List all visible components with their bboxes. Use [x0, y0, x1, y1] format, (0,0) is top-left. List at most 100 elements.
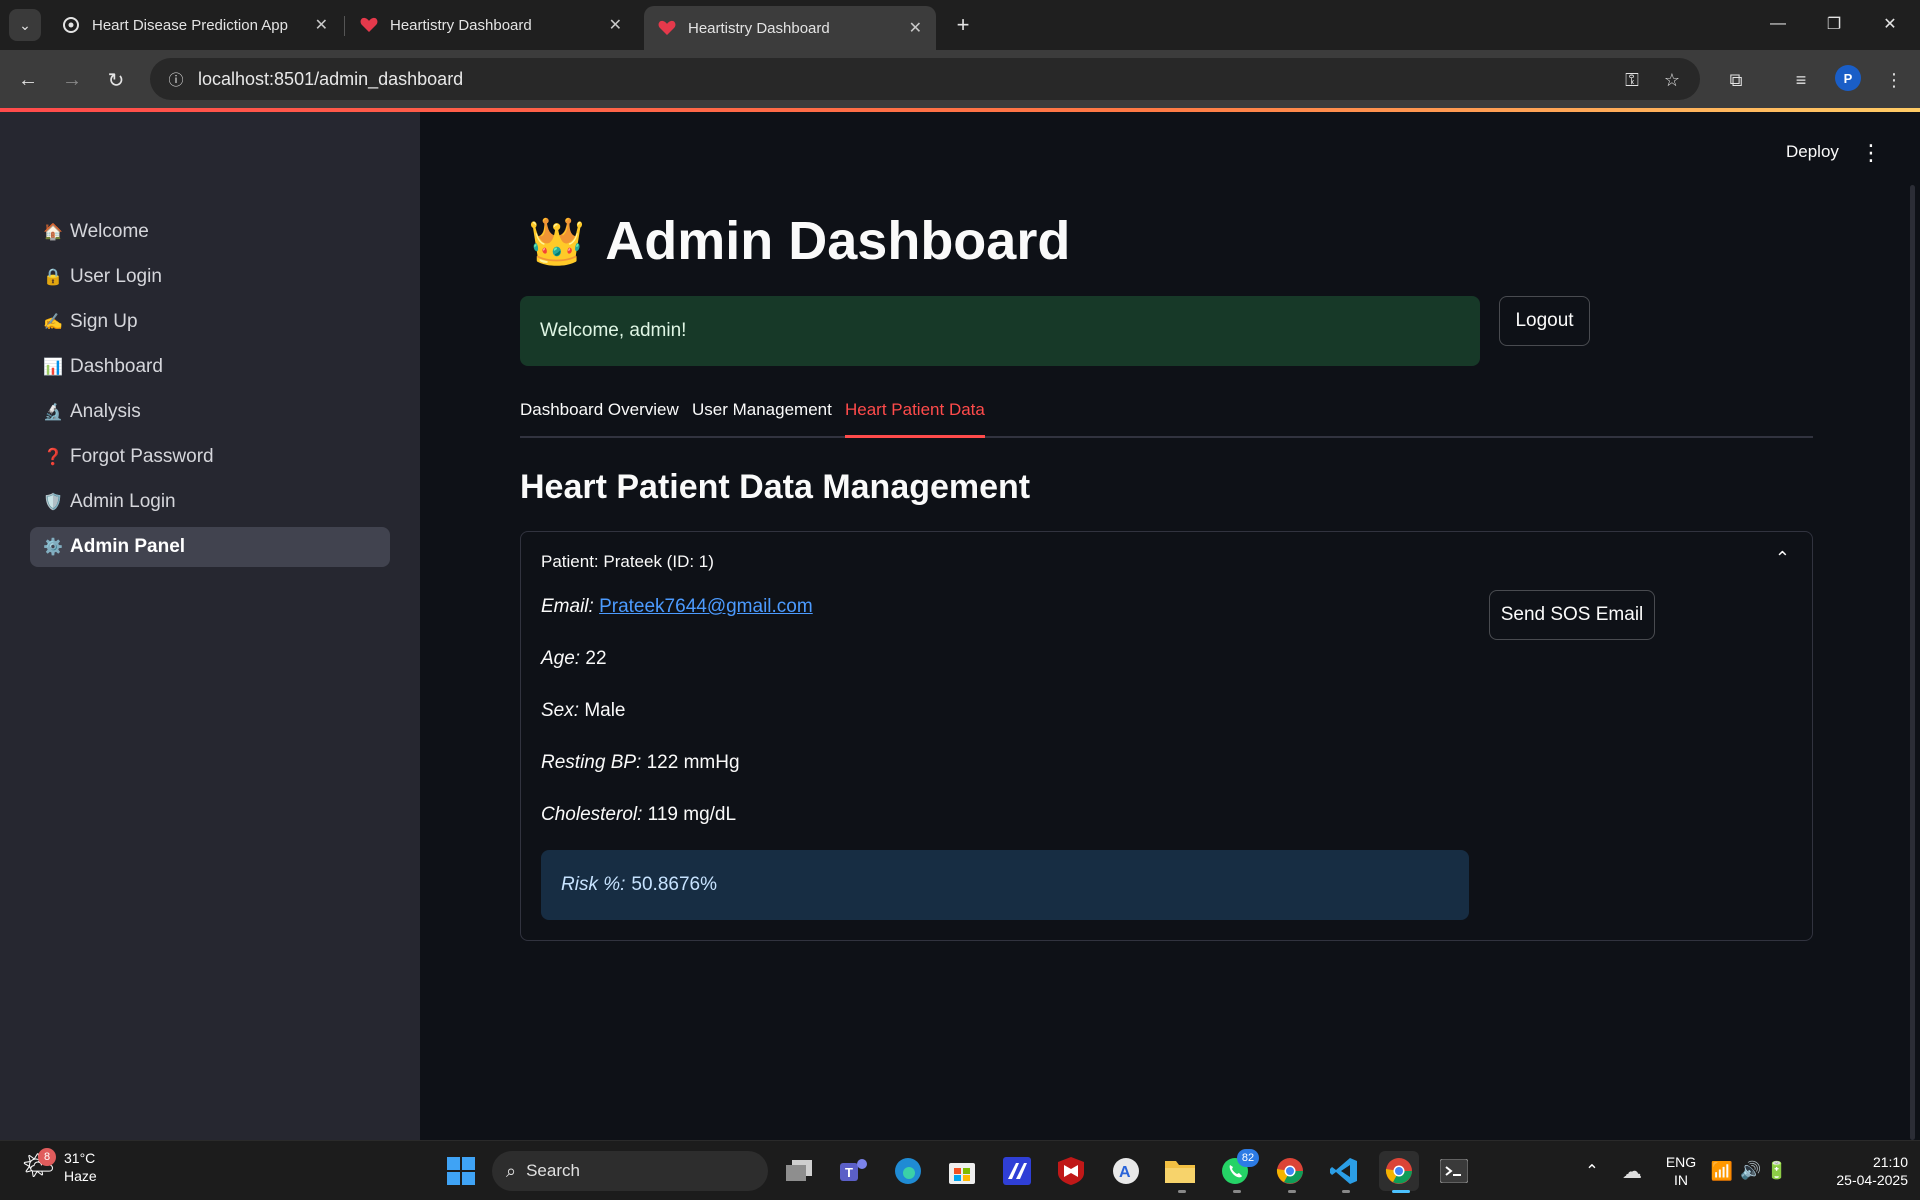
sidebar-item-forgot-password[interactable]: ❓ Forgot Password — [30, 437, 390, 477]
microsoft-store-icon[interactable] — [942, 1151, 982, 1191]
onedrive-cloud-icon[interactable]: ☁ — [1612, 1151, 1652, 1191]
browser-tab-1[interactable]: Heart Disease Prediction App ✕ — [48, 6, 342, 44]
start-button[interactable] — [441, 1151, 481, 1191]
teams-icon[interactable]: T — [834, 1151, 874, 1191]
app-icon-blue[interactable] — [997, 1151, 1037, 1191]
house-icon: 🏠 — [43, 224, 63, 241]
menu-kebab-icon[interactable]: ⋮ — [1878, 64, 1910, 96]
close-icon[interactable]: ✕ — [909, 18, 922, 38]
running-indicator — [1342, 1190, 1350, 1193]
weather-badge: 8 — [38, 1148, 56, 1166]
volume-icon[interactable]: 🔊 — [1740, 1151, 1762, 1191]
task-view-icon[interactable] — [779, 1151, 819, 1191]
logout-button[interactable]: Logout — [1499, 296, 1590, 346]
cholesterol-value: 119 mg/dL — [647, 804, 737, 825]
sidebar-item-dashboard[interactable]: 📊 Dashboard — [30, 347, 390, 387]
close-icon[interactable]: ✕ — [609, 15, 622, 35]
close-window-button[interactable]: ✕ — [1862, 8, 1918, 40]
taskbar-search[interactable]: ⌕ Search — [492, 1151, 768, 1191]
heart-icon — [360, 16, 378, 34]
patient-expander-header[interactable]: Patient: Prateek (ID: 1) — [541, 552, 714, 572]
microscope-icon: 🔬 — [43, 404, 63, 421]
windows-logo-icon — [447, 1157, 475, 1185]
cholesterol-label: Cholesterol: — [541, 804, 643, 825]
vscode-icon[interactable] — [1324, 1151, 1364, 1191]
whatsapp-badge: 82 — [1237, 1149, 1259, 1167]
browser-toolbar: ← → ↻ ⓘ localhost:8501/admin_dashboard ⚿… — [0, 50, 1920, 110]
main-scrollbar[interactable] — [1910, 185, 1915, 1140]
arrow-right-icon: → — [62, 68, 82, 91]
tab-user-management[interactable]: User Management — [692, 400, 832, 438]
tab-dashboard-overview[interactable]: Dashboard Overview — [520, 400, 679, 438]
terminal-icon[interactable] — [1434, 1151, 1474, 1191]
key-icon[interactable]: ⚿ — [1620, 68, 1644, 92]
sidebar-item-label: Admin Panel — [70, 536, 186, 557]
minimize-button[interactable]: — — [1750, 8, 1806, 40]
mcafee-icon[interactable] — [1051, 1151, 1091, 1191]
chrome-active-icon[interactable] — [1379, 1151, 1419, 1191]
running-indicator — [1288, 1190, 1296, 1193]
sidebar-item-analysis[interactable]: 🔬 Analysis — [30, 392, 390, 432]
send-sos-email-button[interactable]: Send SOS Email — [1489, 590, 1655, 640]
url-text[interactable]: localhost:8501/admin_dashboard — [198, 69, 463, 90]
site-info-icon[interactable]: ⓘ — [154, 69, 198, 90]
address-bar[interactable]: ⓘ localhost:8501/admin_dashboard ⚿ ☆ — [150, 58, 1700, 100]
age-label: Age: — [541, 648, 581, 669]
clock[interactable]: 21:10 25-04-2025 — [1814, 1153, 1908, 1189]
weather-widget[interactable]: 🌤 8 31°C Haze — [22, 1148, 97, 1185]
sidebar-item-user-login[interactable]: 🔒 User Login — [30, 257, 390, 297]
windows-taskbar: 🌤 8 31°C Haze ⌕ Search T A 82 ⌃ ☁ ENG IN… — [0, 1140, 1920, 1200]
running-indicator — [1178, 1190, 1186, 1193]
back-button[interactable]: ← — [12, 64, 44, 96]
star-icon[interactable]: ☆ — [1660, 68, 1684, 92]
sidebar-item-sign-up[interactable]: ✍️ Sign Up — [30, 302, 390, 342]
crown-icon: 👑 — [528, 214, 586, 267]
media-control-icon[interactable]: ≡ — [1785, 64, 1817, 96]
restore-button[interactable]: ❐ — [1806, 8, 1862, 40]
forward-button[interactable]: → — [56, 64, 88, 96]
chrome-profile-icon[interactable] — [1270, 1151, 1310, 1191]
risk-info-alert: Risk %: 50.8676% — [541, 850, 1469, 920]
wifi-icon[interactable]: 📶 — [1708, 1151, 1736, 1191]
question-mark-icon: ❓ — [43, 449, 63, 466]
file-explorer-icon[interactable] — [1160, 1151, 1200, 1191]
patient-age-row: Age: 22 — [541, 648, 607, 670]
battery-icon[interactable]: 🔋 — [1766, 1151, 1788, 1191]
reload-button[interactable]: ↻ — [100, 64, 132, 96]
arrow-left-icon: ← — [18, 68, 38, 91]
bp-value: 122 mmHg — [646, 752, 740, 773]
chevron-up-icon[interactable]: ⌃ — [1572, 1151, 1612, 1191]
language-indicator[interactable]: ENG IN — [1660, 1153, 1702, 1189]
close-icon: ✕ — [1883, 16, 1897, 33]
reload-icon: ↻ — [107, 69, 125, 92]
taskbar-search-label: Search — [526, 1161, 580, 1180]
extensions-icon[interactable]: ⧉ — [1720, 64, 1752, 96]
new-tab-button[interactable]: + — [948, 10, 978, 40]
sidebar-item-label: Sign Up — [70, 311, 138, 332]
browser-tab-2[interactable]: Heartistry Dashboard ✕ — [346, 6, 636, 44]
chevron-up-icon[interactable]: ⌃ — [1775, 548, 1790, 569]
patient-email-row: Email: Prateek7644@gmail.com — [541, 596, 813, 618]
tab-separator — [344, 16, 345, 36]
plus-icon: + — [956, 12, 970, 37]
tab-heart-patient-data[interactable]: Heart Patient Data — [845, 400, 985, 438]
gear-icon: ⚙️ — [43, 539, 63, 556]
profile-avatar[interactable]: P — [1835, 65, 1861, 91]
email-link[interactable]: Prateek7644@gmail.com — [599, 596, 813, 617]
close-icon[interactable]: ✕ — [315, 15, 328, 35]
browser-tab-3-active[interactable]: Heartistry Dashboard ✕ — [644, 6, 936, 50]
deploy-button[interactable]: Deploy — [1786, 142, 1839, 162]
sidebar-item-admin-login[interactable]: 🛡️ Admin Login — [30, 482, 390, 522]
sidebar-item-welcome[interactable]: 🏠 Welcome — [30, 212, 390, 252]
patient-expander: Patient: Prateek (ID: 1) ⌃ Email: Pratee… — [520, 531, 1813, 941]
edge-icon[interactable] — [888, 1151, 928, 1191]
svg-text:A: A — [1119, 1164, 1131, 1181]
tab-search-button[interactable]: ⌄ — [9, 9, 41, 41]
app-menu-kebab-icon[interactable]: ⋮ — [1860, 140, 1882, 166]
language-bottom: IN — [1674, 1172, 1688, 1188]
risk-label: Risk %: — [561, 874, 626, 895]
app-store-a-icon[interactable]: A — [1106, 1151, 1146, 1191]
browser-tab-strip: ⌄ Heart Disease Prediction App ✕ Heartis… — [0, 0, 1920, 50]
welcome-success-alert: Welcome, admin! — [520, 296, 1480, 366]
sidebar-item-admin-panel[interactable]: ⚙️ Admin Panel — [30, 527, 390, 567]
